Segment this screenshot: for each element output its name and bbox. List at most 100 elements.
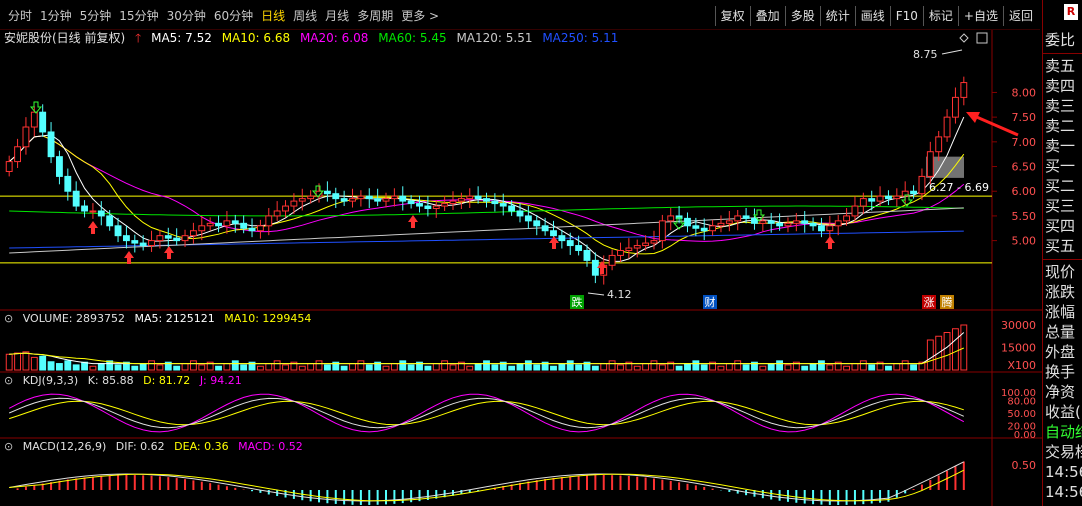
candle-up xyxy=(893,195,901,200)
candle-down xyxy=(55,156,63,177)
volume-bar xyxy=(189,360,197,371)
quote-field-label: 委比 xyxy=(1045,31,1076,49)
volume-bar xyxy=(64,360,72,371)
volume-axis-label: X100 xyxy=(1007,359,1036,372)
buy-signal-icon xyxy=(164,246,174,253)
volume-bar xyxy=(307,363,315,371)
quote-field-label: 交易档 xyxy=(1045,443,1082,461)
kdj-k-value: K: 85.88 xyxy=(87,374,134,387)
panel-toggle-icon[interactable]: ⊙ xyxy=(4,374,13,387)
volume-bar xyxy=(725,363,733,371)
low-price-pointer xyxy=(587,292,605,296)
quote-field-label: 买二 xyxy=(1045,177,1076,195)
volume-bar xyxy=(357,360,365,371)
candle-down xyxy=(407,200,415,205)
high-price-label: 8.75 xyxy=(913,48,938,61)
candle-down xyxy=(173,237,181,242)
volume-bar xyxy=(22,351,30,371)
volume-bar xyxy=(658,364,666,371)
volume-bar xyxy=(776,360,784,371)
candle-up xyxy=(22,126,30,148)
volume-bar xyxy=(885,365,892,371)
buy-signal-icon xyxy=(88,221,98,228)
volume-bar xyxy=(617,364,624,371)
volume-bar xyxy=(700,364,708,371)
panel-toggle-icon[interactable]: ⊙ xyxy=(4,312,13,325)
volume-axis-label: 30000 xyxy=(1001,319,1036,332)
candle-down xyxy=(910,190,918,195)
maximize-icon xyxy=(976,32,988,44)
diamond-icon xyxy=(959,33,969,43)
candle-down xyxy=(558,235,566,242)
volume-bar xyxy=(516,363,524,371)
range-label: 6.27 - 6.69 xyxy=(929,181,989,194)
macd-axis-label: 0.50 xyxy=(1012,459,1037,472)
quote-field-label: 总量 xyxy=(1045,323,1076,341)
quote-field-label: 14:56 xyxy=(1045,483,1082,501)
panel-toggle-icon[interactable]: ⊙ xyxy=(4,440,13,453)
buy-signal-icon xyxy=(124,251,134,258)
candle-down xyxy=(399,195,407,202)
volume-bar xyxy=(399,360,407,371)
quote-field-label: 卖五 xyxy=(1045,57,1076,75)
candle-down xyxy=(39,111,47,133)
quote-field-label: 换手 xyxy=(1045,363,1076,381)
volume-bar xyxy=(14,352,21,371)
volume-value: VOLUME: 2893752 xyxy=(22,312,125,325)
candle-up xyxy=(265,215,273,227)
candle-up xyxy=(759,220,767,224)
candle-up xyxy=(30,111,38,128)
volume-bar xyxy=(893,363,901,371)
r-badge[interactable]: R xyxy=(1064,4,1078,20)
candle-down xyxy=(566,240,574,247)
volume-bar xyxy=(97,363,105,371)
candle-down xyxy=(776,222,784,227)
buy-signal-icon xyxy=(408,215,418,222)
volume-bar xyxy=(943,332,951,371)
volume-bar xyxy=(508,365,516,371)
volume-bar xyxy=(256,365,264,371)
volume-bar xyxy=(131,365,139,371)
volume-bar xyxy=(692,360,700,371)
candle-down xyxy=(499,203,507,207)
candle-up xyxy=(734,215,742,222)
buy-signal-icon xyxy=(411,222,415,228)
candle-down xyxy=(164,235,172,239)
kdj-axis-label: 80.00 xyxy=(1007,396,1036,407)
volume-bar xyxy=(265,363,273,371)
candle-up xyxy=(198,225,206,232)
volume-bar xyxy=(298,365,306,371)
candle-down xyxy=(340,198,348,202)
candle-up xyxy=(382,198,390,202)
candle-up xyxy=(441,203,449,207)
candle-up xyxy=(859,198,867,207)
candle-up xyxy=(148,240,155,247)
volume-bar xyxy=(72,364,80,371)
volume-bar xyxy=(365,364,373,371)
cai-badge-text: 财 xyxy=(705,295,716,309)
candle-down xyxy=(81,205,88,212)
kline-chart[interactable]: 8.00 7.50 7.00 6.50 6.00 5.50 5.00 8.75 4.12 6.27… xyxy=(0,0,1042,506)
candle-down xyxy=(801,220,809,224)
candle-up xyxy=(357,195,365,200)
volume-bar xyxy=(642,363,650,371)
volume-bar xyxy=(81,361,88,371)
buy-signal-icon xyxy=(600,268,604,274)
candle-down xyxy=(700,227,708,232)
volume-bar xyxy=(407,364,415,371)
price-tick-label: 7.00 xyxy=(1012,136,1037,149)
volume-bar xyxy=(960,324,968,371)
candle-up xyxy=(449,200,457,205)
volume-bar xyxy=(851,363,859,371)
candle-up xyxy=(792,220,800,224)
volume-bar xyxy=(767,363,775,371)
volume-bar xyxy=(600,363,608,371)
candle-down xyxy=(533,220,541,227)
volume-bar xyxy=(591,365,599,371)
volume-bar xyxy=(441,360,449,371)
candle-up xyxy=(784,222,792,227)
candle-up xyxy=(843,215,851,222)
price-tick-label: 8.00 xyxy=(1012,86,1037,99)
candle-down xyxy=(742,215,750,219)
volume-bar xyxy=(926,339,934,371)
